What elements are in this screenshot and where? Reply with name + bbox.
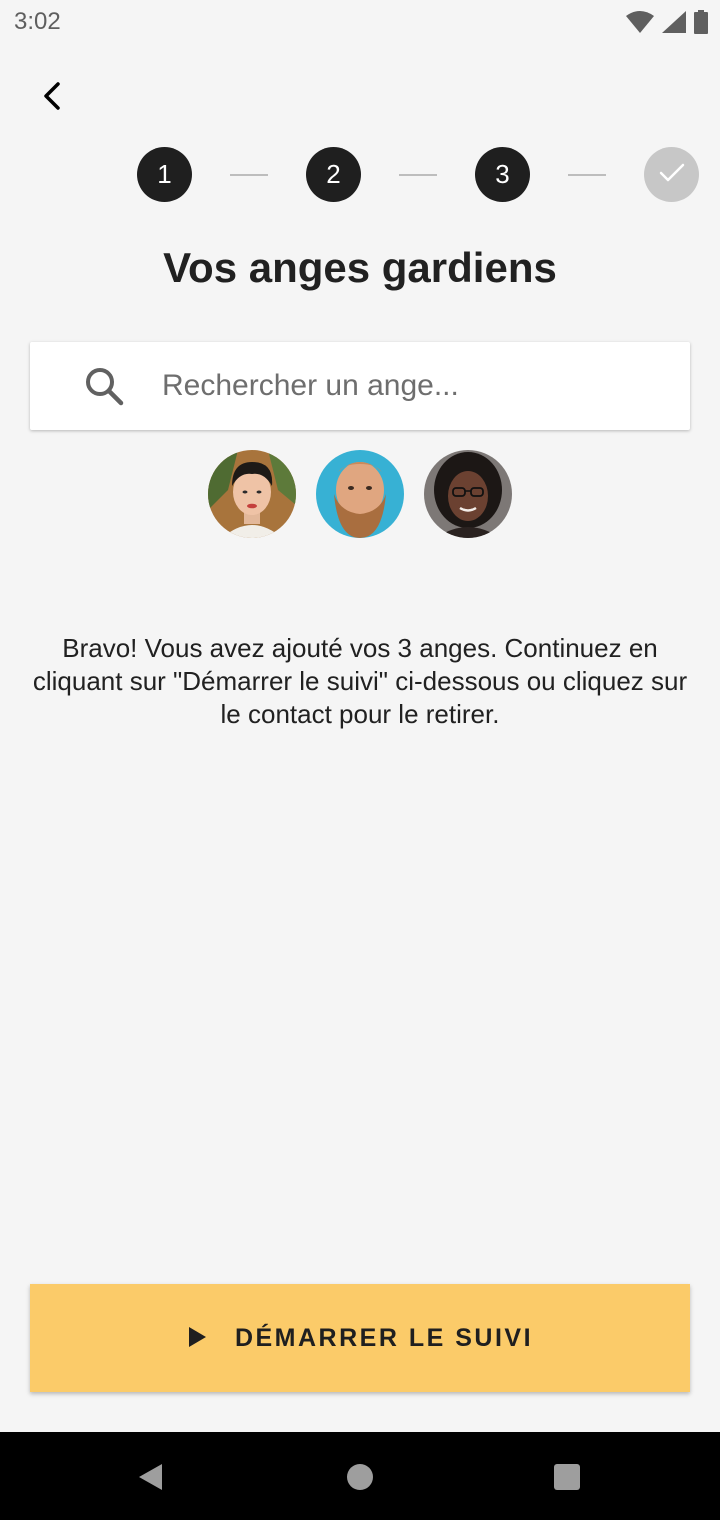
step-connector — [568, 173, 606, 176]
chevron-left-icon — [40, 81, 64, 116]
info-message: Bravo! Vous avez ajouté vos 3 anges. Con… — [32, 633, 688, 729]
status-icons — [626, 10, 708, 39]
home-circle-icon[interactable] — [345, 1462, 375, 1492]
page-title: Vos anges gardiens — [163, 244, 557, 291]
start-tracking-button[interactable]: DÉMARRER LE SUIVI — [30, 1284, 690, 1392]
system-nav-bar — [0, 1432, 720, 1520]
search-box[interactable] — [30, 342, 690, 430]
selected-angels — [208, 450, 512, 538]
search-icon — [84, 366, 124, 411]
cellular-signal-icon — [662, 11, 686, 38]
start-tracking-label: DÉMARRER LE SUIVI — [234, 1323, 534, 1352]
status-time: 3:02 — [14, 8, 61, 35]
angel-avatar-1[interactable] — [208, 450, 296, 538]
step-2: 2 — [306, 147, 361, 202]
wifi-icon — [626, 11, 654, 38]
step-connector — [399, 173, 437, 176]
search-input[interactable] — [162, 356, 682, 416]
step-final — [644, 147, 699, 202]
check-icon — [659, 159, 685, 190]
status-bar: 3:02 — [0, 0, 720, 48]
step-connector — [230, 173, 268, 176]
stepper: 1 2 3 — [137, 147, 699, 202]
battery-icon — [694, 10, 708, 39]
step-1: 1 — [137, 147, 192, 202]
angel-avatar-2[interactable] — [316, 450, 404, 538]
screen: 3:02 1 2 3 Vos anges gardiens Rechercher… — [0, 0, 720, 1520]
back-triangle-icon[interactable] — [136, 1462, 166, 1492]
play-icon — [187, 1326, 207, 1351]
recents-square-icon[interactable] — [552, 1462, 582, 1492]
angel-avatar-3[interactable] — [424, 450, 512, 538]
back-button[interactable] — [26, 72, 78, 124]
step-3: 3 — [475, 147, 530, 202]
